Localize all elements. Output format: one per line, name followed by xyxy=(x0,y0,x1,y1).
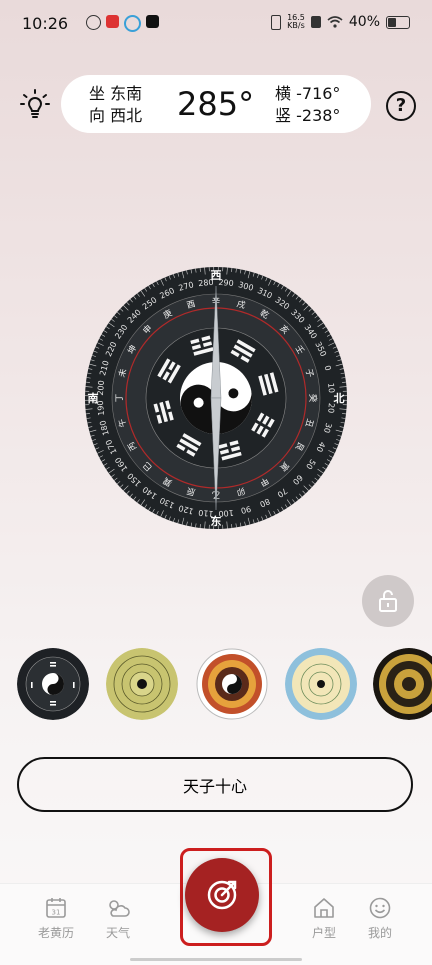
nav-profile[interactable]: 我的 xyxy=(350,896,410,941)
thumb-bagua-dark[interactable] xyxy=(17,648,89,720)
cardinal-direction-label: 东 xyxy=(211,514,222,528)
tilt-block: 横 -716° 竖 -238° xyxy=(275,84,341,125)
smiley-icon xyxy=(369,897,391,919)
vibrate-icon xyxy=(271,14,282,30)
compass-fab-button[interactable] xyxy=(185,858,259,932)
cardinal-direction-label: 北 xyxy=(334,391,345,405)
target-compass-icon xyxy=(207,880,237,910)
lock-button[interactable] xyxy=(362,575,414,627)
heading-degree: 285° xyxy=(177,85,255,123)
dial-mountain-label: 癸 xyxy=(307,394,318,403)
cardinal-direction-label: 西 xyxy=(211,269,222,282)
battery-text: 40% xyxy=(348,14,380,30)
thumb-luopan-orange[interactable] xyxy=(196,648,268,720)
compass-dial[interactable]: 0102030405060708090100110120130140150160… xyxy=(84,266,348,530)
status-time: 10:26 xyxy=(22,14,69,33)
sit-face-block: 坐 东南 向 西北 xyxy=(89,84,143,125)
thumb-luopan-olive[interactable] xyxy=(106,648,178,720)
net-speed: 16.5 KB/s xyxy=(287,13,305,30)
unlock-icon xyxy=(379,590,397,612)
status-right: 16.5 KB/s 40% xyxy=(271,14,410,30)
reading-panel: 坐 东南 向 西北 285° 横 -716° 竖 -238° xyxy=(61,75,371,133)
horizontal-value: -716° xyxy=(296,84,341,103)
app-icon xyxy=(124,15,141,32)
help-button[interactable]: ? xyxy=(386,91,416,121)
style-select-button[interactable]: 天子十心 xyxy=(17,757,413,812)
nav-floorplan[interactable]: 户型 xyxy=(294,896,354,941)
battery-icon xyxy=(386,15,410,29)
app-icon xyxy=(106,15,119,28)
home-indicator xyxy=(130,958,302,961)
thumb-luopan-blue[interactable] xyxy=(285,648,357,720)
cardinal-direction-label: 南 xyxy=(88,391,99,405)
wifi-icon xyxy=(327,16,343,28)
dial-mountain-label: 丁 xyxy=(115,394,125,403)
calendar-icon: 31 xyxy=(46,898,66,918)
thumb-luopan-gold[interactable] xyxy=(373,648,432,720)
sim-icon xyxy=(310,16,321,28)
svg-text:31: 31 xyxy=(52,909,61,917)
house-icon xyxy=(314,898,334,918)
compass-style-list xyxy=(0,648,432,724)
vertical-value: -238° xyxy=(296,106,341,125)
nav-almanac[interactable]: 31 老黄历 xyxy=(26,896,86,941)
app-icon xyxy=(86,15,101,30)
tiktok-icon xyxy=(146,15,159,28)
nav-weather[interactable]: 天气 xyxy=(88,896,148,941)
weather-icon xyxy=(109,900,130,917)
face-direction: 西北 xyxy=(110,106,143,125)
notification-icons xyxy=(86,15,159,32)
sit-direction: 东南 xyxy=(110,84,143,103)
light-bulb-icon[interactable] xyxy=(20,88,50,120)
status-bar: 10:26 16.5 KB/s 40% xyxy=(0,0,432,52)
